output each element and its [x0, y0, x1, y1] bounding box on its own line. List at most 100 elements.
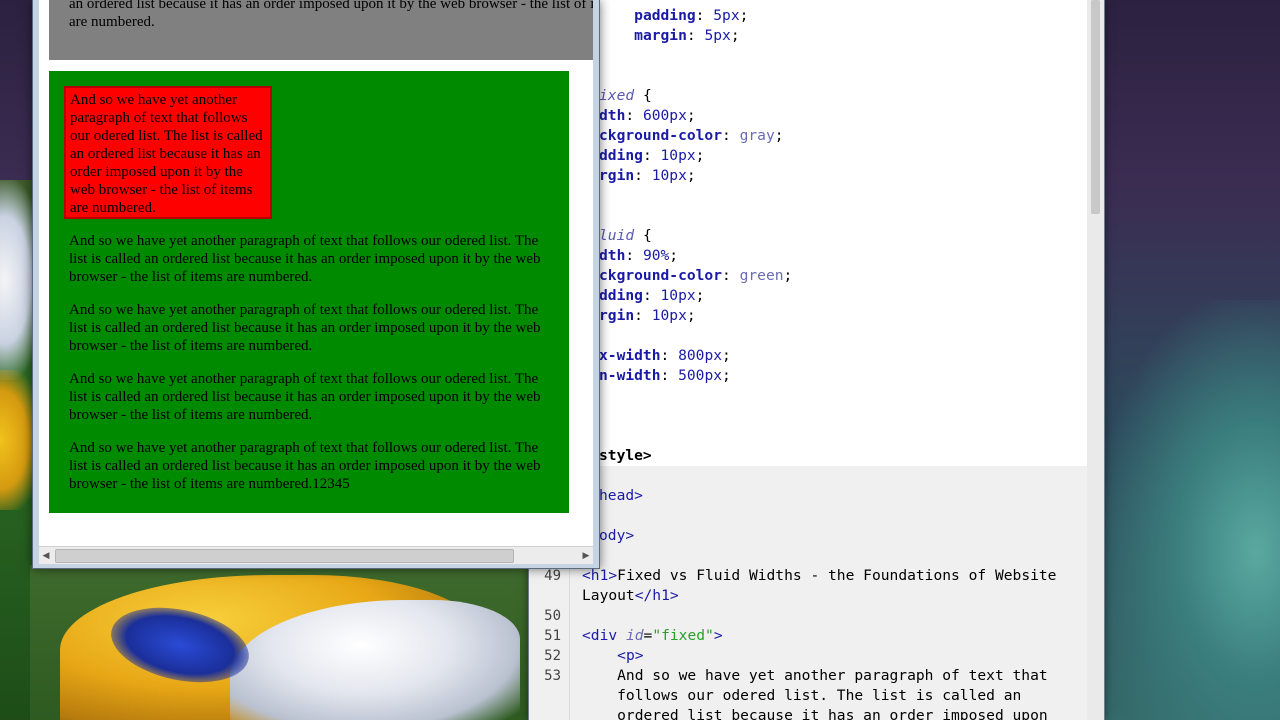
browser-horizontal-scrollbar[interactable]: ◀ ▶	[39, 546, 593, 564]
line-number: 50	[544, 608, 561, 624]
code-line: margin: 5px;	[599, 26, 740, 46]
code-token: ;	[669, 247, 679, 264]
code-token: :	[625, 107, 643, 124]
code-token: dth	[599, 107, 626, 124]
code-token: Layout	[582, 587, 635, 604]
code-line: ckground-color: green;	[599, 266, 792, 286]
browser-viewport: And so we have yet another paragraph of …	[39, 0, 593, 546]
code-token: :	[634, 167, 652, 184]
code-token: 90%	[642, 247, 670, 264]
code-token: :	[625, 247, 643, 264]
code-token: :	[634, 307, 652, 324]
code-token: 5px	[704, 27, 731, 44]
code-token: ;	[739, 7, 749, 24]
code-token: ;	[722, 347, 731, 364]
code-token: =	[643, 627, 653, 644]
code-line: rgin: 10px;	[599, 166, 696, 186]
code-line: ody>	[599, 526, 634, 546]
code-token: ordered list because it has an order imp…	[582, 707, 1048, 720]
code-token: ;	[686, 107, 696, 124]
code-token: {	[634, 87, 652, 104]
code-token: 10px	[651, 167, 687, 184]
code-token: dth	[599, 247, 626, 264]
code-token: ;	[686, 307, 696, 324]
code-line: rgin: 10px;	[599, 306, 696, 326]
code-token: :	[642, 287, 661, 304]
code-token: <p>	[617, 647, 644, 664]
code-editor-window: padding: 5px; margin: 5px; ixed {dth: 600…	[528, 0, 1105, 720]
code-token: ixed	[599, 87, 635, 104]
code-line: luid {	[599, 226, 652, 246]
code-line: <div id="fixed">	[582, 626, 723, 646]
code-line: dding: 10px;	[599, 286, 704, 306]
code-token: :	[695, 7, 714, 24]
horizontal-scrollbar-thumb[interactable]	[55, 549, 514, 563]
code-line: style>	[599, 446, 652, 466]
code-token: x-width	[599, 347, 661, 364]
code-token: :	[660, 347, 679, 364]
code-token: And so we have yet another paragraph of …	[582, 667, 1048, 684]
line-number	[529, 706, 561, 720]
code-token: ;	[774, 127, 784, 144]
code-token: 10px	[660, 147, 696, 164]
code-line: head>	[599, 486, 643, 506]
code-token: Fixed vs Fluid Widths - the Foundations …	[617, 567, 1057, 584]
code-token: rgin	[599, 167, 635, 184]
code-token: :	[722, 267, 740, 284]
code-token: 600px	[642, 107, 687, 124]
code-token: <h1>	[582, 567, 618, 584]
code-token: <div	[582, 627, 626, 644]
code-token: </h1>	[634, 587, 679, 604]
code-line: <h1>Fixed vs Fluid Widths - the Foundati…	[582, 566, 1056, 586]
fluid-paragraph: And so we have yet another paragraph of …	[69, 302, 541, 354]
line-number: 49	[544, 568, 561, 584]
code-token: :	[660, 367, 679, 384]
code-token: ;	[783, 267, 793, 284]
code-token: 10px	[660, 287, 696, 304]
fluid-paragraph: And so we have yet another paragraph of …	[69, 233, 541, 285]
floated-red-box: And so we have yet another paragraph of …	[64, 86, 272, 219]
fixed-div: And so we have yet another paragraph of …	[49, 0, 593, 60]
editor-scrollbar-thumb[interactable]	[1091, 0, 1100, 214]
code-line: dth: 600px;	[599, 106, 696, 126]
code-token: 500px	[678, 367, 723, 384]
code-line: ordered list because it has an order imp…	[582, 706, 1048, 720]
code-line: dding: 10px;	[599, 146, 704, 166]
code-token: gray	[739, 127, 775, 144]
code-token: dding	[599, 287, 643, 304]
wallpaper-glow	[1100, 300, 1280, 720]
code-line: padding: 5px;	[599, 6, 748, 26]
code-token: luid	[599, 227, 635, 244]
line-number	[529, 686, 561, 706]
code-line: And so we have yet another paragraph of …	[582, 666, 1048, 686]
code-token: id	[625, 627, 644, 644]
code-token: style>	[599, 447, 652, 464]
code-token: head>	[599, 487, 643, 504]
code-line: follows our odered list. The list is cal…	[582, 686, 1021, 706]
code-line: <p>	[582, 646, 644, 666]
code-token: 10px	[651, 307, 687, 324]
code-token: :	[686, 27, 705, 44]
code-token: margin	[634, 27, 687, 44]
code-token: ;	[695, 147, 705, 164]
scroll-left-arrow-icon[interactable]: ◀	[39, 548, 53, 563]
code-line: x-width: 800px;	[599, 346, 731, 366]
code-token: ;	[722, 367, 731, 384]
code-token: ;	[695, 287, 705, 304]
code-line: dth: 90%;	[599, 246, 678, 266]
scroll-right-arrow-icon[interactable]: ▶	[579, 548, 593, 563]
code-line: n-width: 500px;	[599, 366, 731, 386]
code-token: ckground-color	[599, 267, 723, 284]
code-token: {	[634, 227, 652, 244]
code-token: >	[713, 627, 723, 644]
code-line: ixed {	[599, 86, 652, 106]
line-number: 51	[544, 628, 561, 644]
code-token: ;	[730, 27, 740, 44]
line-number: 53	[544, 668, 561, 684]
code-editor-pane[interactable]: padding: 5px; margin: 5px; ixed {dth: 600…	[529, 0, 1087, 720]
fixed-paragraph: And so we have yet another paragraph of …	[69, 0, 593, 30]
fluid-paragraph: And so we have yet another paragraph of …	[69, 440, 541, 492]
code-token: green	[739, 267, 784, 284]
fluid-div: And so we have yet another paragraph of …	[49, 71, 569, 513]
code-token: follows our odered list. The list is cal…	[582, 687, 1022, 704]
